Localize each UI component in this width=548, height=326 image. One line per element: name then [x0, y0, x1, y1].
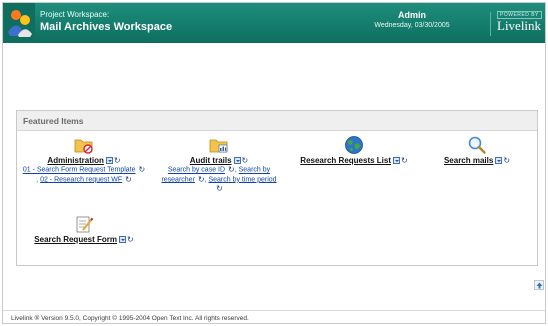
refresh-icon[interactable]: ↻	[114, 156, 121, 165]
workspace-label: Project Workspace:	[40, 10, 110, 19]
featured-item-research-requests-list: Research Requests List ↻	[289, 135, 419, 165]
users-group-icon	[8, 10, 32, 37]
refresh-icon[interactable]: ↻	[228, 165, 235, 174]
search-by-time-period-link[interactable]: Search by time period	[208, 176, 276, 183]
menu-dropdown-icon[interactable]	[105, 157, 113, 165]
link-separator: ,	[204, 176, 207, 184]
link-separator: ,	[234, 166, 237, 174]
refresh-icon[interactable]: ↻	[503, 156, 510, 165]
search-mails-link[interactable]: Search mails	[444, 156, 493, 165]
footer-divider	[3, 310, 545, 311]
magnifier-icon[interactable]	[467, 135, 487, 155]
header-bar: Project Workspace: Mail Archives Workspa…	[3, 3, 545, 43]
research-request-wf-link[interactable]: 02 - Research request WF	[40, 176, 122, 183]
brand-logo: POWERED BY Livelink	[495, 3, 545, 43]
brand-name: Livelink	[497, 18, 542, 33]
folder-chart-icon[interactable]	[209, 135, 229, 155]
back-to-top-button[interactable]	[534, 280, 544, 290]
audit-trails-link[interactable]: Audit trails	[190, 156, 232, 165]
featured-item-audit-trails: Audit trails ↻ Search by case ID ↻, Searc…	[159, 135, 279, 193]
search-by-case-id-link[interactable]: Search by case ID	[168, 167, 225, 174]
refresh-icon[interactable]: ↻	[216, 184, 223, 193]
workspace-logo	[3, 3, 35, 43]
research-requests-list-link[interactable]: Research Requests List	[300, 156, 391, 165]
administration-link[interactable]: Administration	[47, 156, 103, 165]
featured-item-search-request-form: Search Request Form ↻	[17, 214, 151, 244]
menu-dropdown-icon[interactable]	[495, 157, 503, 165]
user-name[interactable]: Admin	[367, 10, 457, 20]
featured-item-administration: Administration ↻ 01 - Search Form Request…	[17, 135, 151, 184]
refresh-icon[interactable]: ↻	[125, 175, 132, 184]
globe-icon[interactable]	[344, 135, 364, 155]
featured-items-panel: Featured Items Administration ↻ 01 - Sear…	[16, 110, 538, 266]
current-date: Wednesday, 03/30/2005	[374, 22, 450, 29]
menu-dropdown-icon[interactable]	[119, 236, 126, 244]
copyright-text: Livelink ® Version 9.5.0, Copyright © 19…	[11, 315, 249, 322]
refresh-icon[interactable]: ↻	[198, 175, 205, 184]
featured-item-search-mails: Search mails ↻	[422, 135, 532, 165]
search-form-request-template-link[interactable]: 01 - Search Form Request Template	[23, 167, 136, 174]
link-separator: ,	[36, 176, 39, 184]
refresh-icon[interactable]: ↻	[138, 165, 145, 174]
refresh-icon[interactable]: ↻	[242, 156, 249, 165]
search-request-form-link[interactable]: Search Request Form	[34, 235, 117, 244]
arrow-up-icon	[536, 282, 543, 289]
workspace-name[interactable]: Mail Archives Workspace	[40, 21, 172, 33]
menu-dropdown-icon[interactable]	[393, 157, 400, 165]
refresh-icon[interactable]: ↻	[401, 156, 408, 165]
header-divider	[490, 12, 491, 36]
app-frame: Project Workspace: Mail Archives Workspa…	[2, 2, 546, 324]
menu-dropdown-icon[interactable]	[233, 157, 241, 165]
edit-form-icon[interactable]	[74, 214, 94, 234]
featured-items-title: Featured Items	[17, 111, 537, 131]
folder-no-entry-icon[interactable]	[74, 135, 94, 155]
refresh-icon[interactable]: ↻	[127, 235, 134, 244]
